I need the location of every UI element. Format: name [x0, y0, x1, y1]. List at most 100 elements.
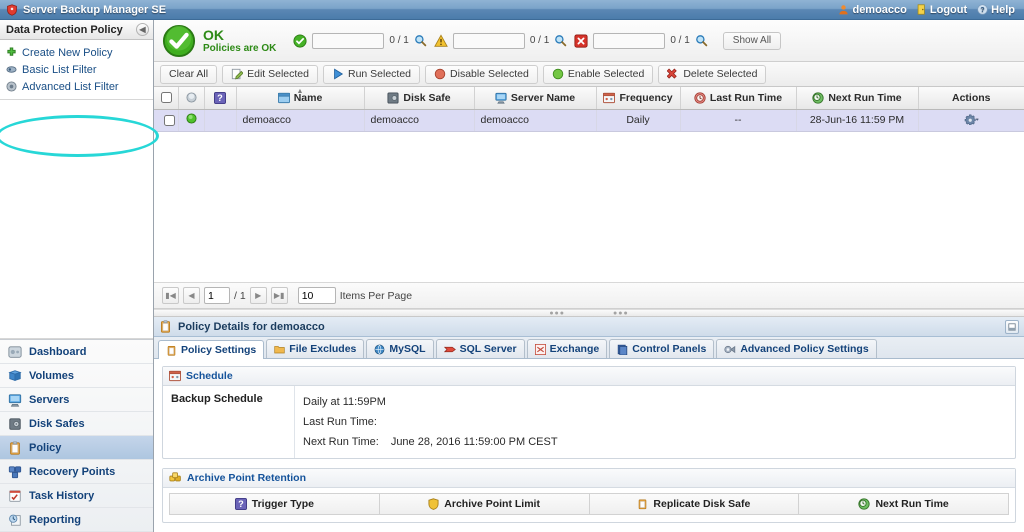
sidebar-nav-label: Policy — [29, 442, 61, 454]
column-status[interactable] — [178, 87, 204, 109]
tab-advanced-policy-settings[interactable]: Advanced Policy Settings — [716, 339, 876, 358]
control-panels-icon — [617, 344, 628, 355]
filter-error-count: 0 / 1 — [670, 35, 689, 46]
sidebar-item-task-history[interactable]: Task History — [0, 484, 153, 508]
delete-selected-button[interactable]: Delete Selected — [658, 65, 766, 84]
retention-column-label: Next Run Time — [875, 498, 948, 510]
disable-selected-button[interactable]: Disable Selected — [425, 65, 538, 84]
filter-ok-count: 0 / 1 — [389, 35, 408, 46]
edit-selected-button[interactable]: Edit Selected — [222, 65, 318, 84]
help-button[interactable]: ? Help — [974, 4, 1018, 16]
page-number-input[interactable] — [204, 287, 230, 304]
user-menu[interactable]: demoacco — [835, 4, 909, 16]
filter-ok-input[interactable] — [312, 33, 384, 49]
row-next-run-time-cell: 28-Jun-16 11:59 PM — [796, 109, 918, 131]
filter-error-input[interactable] — [593, 33, 665, 49]
tab-control-panels[interactable]: Control Panels — [609, 339, 714, 358]
row-actions-cell[interactable] — [918, 109, 1024, 131]
tab-label: Advanced Policy Settings — [740, 343, 868, 355]
magnifier-icon[interactable] — [554, 34, 567, 47]
filter-warning-input[interactable] — [453, 33, 525, 49]
minimize-icon[interactable] — [1005, 320, 1019, 334]
svg-text:?: ? — [238, 499, 244, 509]
sidebar-item-reporting[interactable]: Reporting — [0, 508, 153, 532]
delete-red-x-icon — [667, 68, 679, 80]
sidebar-nav-label: Dashboard — [29, 346, 86, 358]
svg-text:?: ? — [217, 93, 223, 103]
gear-dropdown-icon[interactable] — [964, 113, 979, 125]
sidebar-item-dashboard[interactable]: Dashboard — [0, 340, 153, 364]
tab-sql-server[interactable]: SQL Server — [436, 339, 525, 358]
sidebar-item-servers[interactable]: Servers — [0, 388, 153, 412]
show-all-button[interactable]: Show All — [723, 32, 781, 50]
sidebar-item-advanced-list-filter[interactable]: Advanced List Filter — [0, 78, 153, 95]
column-select-all[interactable] — [154, 87, 178, 109]
column-next-run-time[interactable]: Next Run Time — [796, 87, 918, 109]
clear-all-label: Clear All — [169, 68, 208, 80]
window-body: Data Protection Policy ◀ Create New Poli… — [0, 20, 1024, 532]
policy-details-tabs: Policy Settings File Excludes MySQL — [154, 337, 1024, 359]
sidebar-item-create-new-policy[interactable]: Create New Policy — [0, 44, 153, 61]
sidebar-item-policy[interactable]: Policy — [0, 436, 153, 460]
logout-button[interactable]: Logout — [914, 4, 970, 16]
enable-selected-button[interactable]: Enable Selected — [543, 65, 653, 84]
magnifier-icon[interactable] — [414, 34, 427, 47]
column-frequency[interactable]: Frequency — [596, 87, 680, 109]
sql-server-icon — [444, 344, 456, 355]
disable-selected-label: Disable Selected — [450, 68, 529, 80]
sidebar-title: Data Protection Policy — [6, 24, 123, 36]
archive-point-retention-section: Archive Point Retention ? Trigger Type — [162, 468, 1016, 523]
sidebar-item-basic-list-filter[interactable]: Basic List Filter — [0, 61, 153, 78]
tab-label: File Excludes — [289, 343, 356, 355]
tab-mysql[interactable]: MySQL — [366, 339, 433, 358]
column-server-name[interactable]: Server Name — [474, 87, 596, 109]
tab-policy-settings[interactable]: Policy Settings — [158, 340, 264, 359]
last-page-icon[interactable]: ▶▮ — [271, 287, 288, 304]
clipboard-icon — [166, 345, 177, 356]
column-disk-safe[interactable]: Disk Safe — [364, 87, 474, 109]
prev-page-icon[interactable]: ◀ — [183, 287, 200, 304]
retention-column-next-run-time[interactable]: Next Run Time — [798, 493, 1009, 515]
items-per-page-input[interactable] — [298, 287, 336, 304]
sidebar-item-volumes[interactable]: Volumes — [0, 364, 153, 388]
policy-details-title: Policy Details for demoacco — [178, 321, 325, 333]
run-selected-button[interactable]: Run Selected — [323, 65, 420, 84]
name-window-icon — [278, 92, 290, 104]
panel-splitter[interactable]: ●●● ●●● — [154, 309, 1024, 317]
tab-label: Exchange — [550, 343, 600, 355]
shield-yellow-icon — [428, 498, 439, 510]
sidebar-item-recovery-points[interactable]: Recovery Points — [0, 460, 153, 484]
tab-file-excludes[interactable]: File Excludes — [266, 339, 364, 358]
row-checkbox[interactable] — [164, 115, 175, 126]
run-selected-label: Run Selected — [348, 68, 411, 80]
column-actions: Actions — [918, 87, 1024, 109]
volumes-icon — [8, 369, 22, 383]
sidebar-nav-label: Recovery Points — [29, 466, 115, 478]
column-last-run-time[interactable]: Last Run Time — [680, 87, 796, 109]
sidebar-item-disk-safes[interactable]: Disk Safes — [0, 412, 153, 436]
chevron-left-icon[interactable]: ◀ — [136, 23, 149, 36]
select-all-checkbox[interactable] — [161, 92, 172, 103]
retention-column-replicate-disk-safe[interactable]: Replicate Disk Safe — [589, 493, 799, 515]
status-headline: OK — [203, 27, 276, 43]
row-last-run-time-cell: -- — [680, 109, 796, 131]
row-alert-cell — [204, 109, 236, 131]
policies-grid: ? ▲ Name — [154, 87, 1024, 309]
column-alerts[interactable]: ? — [204, 87, 236, 109]
retention-section-title: Archive Point Retention — [187, 472, 306, 484]
first-page-icon[interactable]: ▮◀ — [162, 287, 179, 304]
next-page-icon[interactable]: ▶ — [250, 287, 267, 304]
frequency-icon — [169, 370, 181, 382]
tab-exchange[interactable]: Exchange — [527, 339, 608, 358]
retention-column-archive-point-limit[interactable]: Archive Point Limit — [379, 493, 589, 515]
shield-icon — [6, 4, 18, 16]
question-purple-icon: ? — [209, 92, 232, 104]
retention-column-trigger-type[interactable]: ? Trigger Type — [169, 493, 379, 515]
column-name[interactable]: ▲ Name — [236, 87, 364, 109]
clear-all-button[interactable]: Clear All — [160, 65, 217, 84]
magnifier-icon[interactable] — [695, 34, 708, 47]
dashboard-icon — [8, 345, 22, 359]
table-row[interactable]: demoacco demoacco demoacco Daily -- 28-J… — [154, 109, 1024, 131]
row-checkbox-cell[interactable] — [154, 109, 178, 131]
status-sphere-icon — [183, 92, 200, 103]
